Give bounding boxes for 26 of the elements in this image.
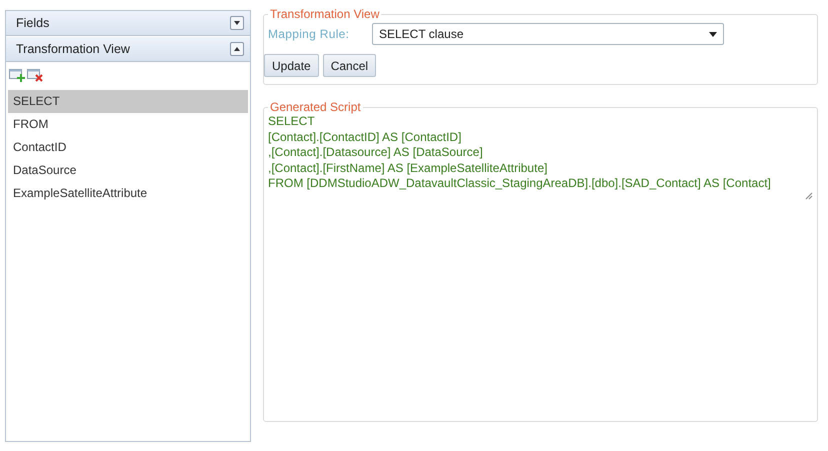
- field-label: Mapping Rule:: [268, 27, 350, 41]
- resize-grip-icon[interactable]: [805, 192, 813, 200]
- group-title: Transformation View: [269, 7, 380, 21]
- accordion-header[interactable]: Transformation View: [6, 37, 250, 62]
- script-line: [Contact].[ContactID] AS [ContactID]: [268, 130, 462, 145]
- collapse-icon[interactable]: [230, 42, 244, 56]
- list-item[interactable]: ExampleSatelliteAttribute: [8, 182, 248, 205]
- accordion-header[interactable]: Fields: [6, 11, 250, 36]
- script-line: SELECT: [268, 114, 315, 130]
- add-window-icon[interactable]: [9, 68, 25, 82]
- list-item[interactable]: SELECT: [8, 90, 248, 113]
- mapping-rule-dropdown[interactable]: SELECT clause: [372, 23, 724, 45]
- list-item[interactable]: ContactID: [8, 136, 248, 159]
- expand-icon[interactable]: [230, 16, 244, 30]
- script-line: ,[Contact].[FirstName] AS [ExampleSatelliteAttribute]: [268, 160, 548, 176]
- section-title: Transformation View: [16, 42, 130, 56]
- caret-icon: [709, 32, 717, 36]
- form-button[interactable]: Cancel: [322, 54, 376, 77]
- script-line: FROM [DDMStudioADW_DatavaultClassic_StagingAreaDB].[dbo].[SAD_Contact] AS [Contact]: [268, 176, 771, 192]
- list-item[interactable]: FROM: [8, 113, 248, 136]
- delete-window-icon[interactable]: [27, 68, 43, 82]
- section-title: Fields: [16, 16, 50, 30]
- group-title: Generated Script: [269, 100, 362, 114]
- script-line: ,[Contact].[Datasource] AS [DataSource]: [268, 145, 483, 160]
- list-item[interactable]: DataSource: [8, 159, 248, 182]
- form-button[interactable]: Update: [264, 54, 319, 77]
